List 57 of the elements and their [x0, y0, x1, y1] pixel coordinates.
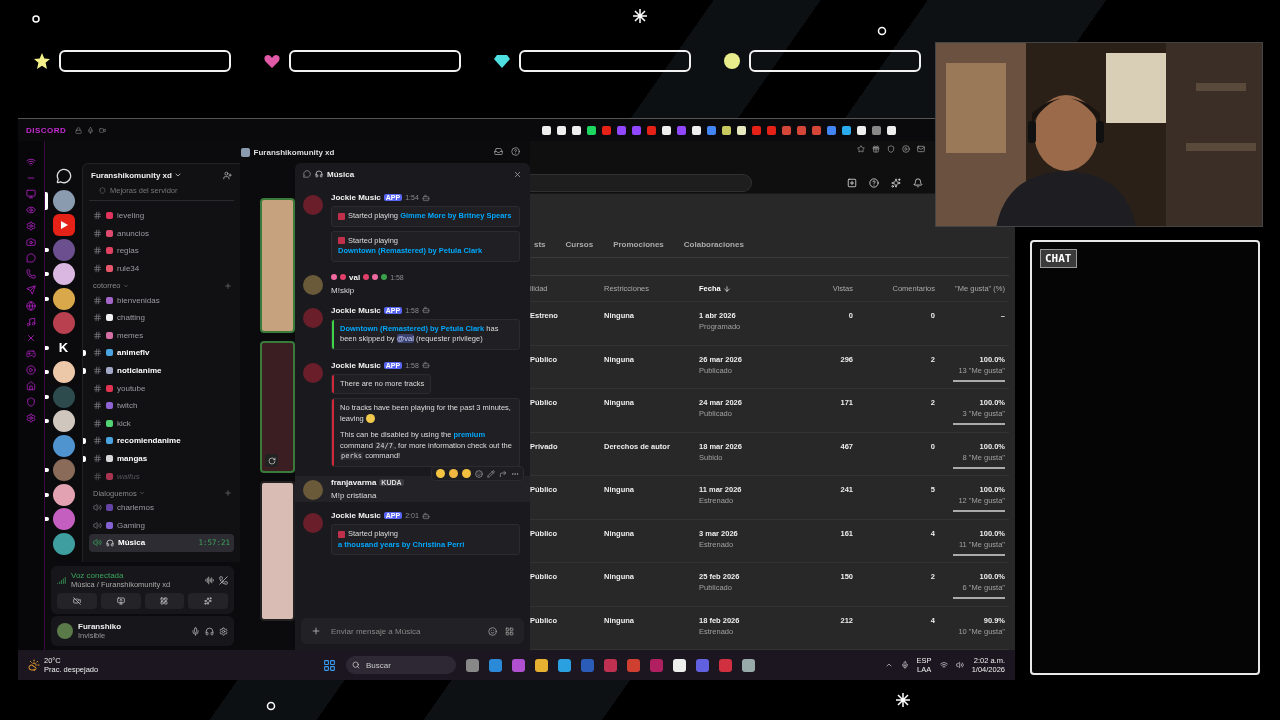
channel-item[interactable]: recomiendanime: [89, 432, 234, 450]
channel-name: twitch: [117, 401, 139, 411]
channel-item[interactable]: bienvenidas: [89, 291, 234, 309]
chat-title: CHAT: [1040, 249, 1077, 268]
channel-item[interactable]: anuncios: [89, 224, 234, 243]
channel-item[interactable]: animeflv: [89, 344, 234, 362]
user-name: Furanshiko: [78, 622, 123, 631]
channel-name: reglas: [117, 246, 140, 256]
channel-name: Música: [118, 538, 147, 548]
channel-name: youtube: [117, 383, 147, 393]
message-author[interactable]: Jockie Music: [331, 511, 381, 521]
channel-name: noticianime: [117, 366, 163, 376]
channel-name: memes: [117, 330, 145, 340]
channel-name: Gaming: [117, 520, 146, 530]
channel-name: animeflv: [117, 348, 151, 358]
channel-item[interactable]: charlemos: [89, 498, 234, 517]
channel-name: mangas: [117, 454, 149, 463]
channel-name: charlemos: [117, 503, 155, 513]
message-text: M!skip: [331, 285, 356, 295]
channel-name: kick: [117, 418, 132, 428]
message-field[interactable]: Enviar mensaje a Música: [301, 618, 524, 644]
channel-item[interactable]: youtube: [89, 379, 234, 397]
channel-item[interactable]: memes: [89, 326, 234, 345]
channel-name: bienvenidas: [117, 295, 161, 305]
channel-item[interactable]: twitch: [89, 396, 234, 415]
channel-name: leveling: [117, 211, 146, 221]
channel-item[interactable]: leveling: [89, 207, 234, 225]
popup-title: Música: [327, 169, 356, 179]
message-author[interactable]: Jockie Music: [331, 193, 381, 202]
message-input[interactable]: Enviar mensaje a Música: [329, 625, 480, 637]
tab[interactable]: Promociones: [613, 239, 664, 257]
channel-item[interactable]: Gaming: [89, 516, 234, 535]
search-input[interactable]: Buscar: [364, 659, 444, 671]
window-title: Furanshikomunity xd: [253, 147, 335, 157]
channel-item[interactable]: noticianime: [89, 361, 234, 380]
search-field[interactable]: Buscar: [346, 656, 456, 674]
channel-item[interactable]: chatting: [89, 308, 234, 327]
channel-name: waifus: [117, 471, 141, 481]
message-author[interactable]: Jockie Music: [331, 360, 381, 370]
tab[interactable]: Colaboraciones: [683, 239, 744, 257]
channel-name: recomiendanime: [117, 436, 182, 446]
voice-status: Voz conectada: [71, 571, 125, 580]
message-author[interactable]: franjavarma: [331, 478, 377, 488]
message-text: M!p cristiana: [331, 491, 378, 501]
app-title: DISCORD: [26, 125, 67, 135]
tab[interactable]: sts: [534, 239, 546, 257]
message-author[interactable]: val: [349, 272, 361, 282]
channel-name: anuncios: [117, 228, 151, 238]
channel-item[interactable]: kick: [89, 414, 234, 433]
channel-item[interactable]: reglas: [89, 242, 234, 260]
message-author[interactable]: Jockie Music: [331, 305, 381, 315]
channel-item[interactable]: mangas: [89, 449, 234, 468]
channel-name: chatting: [117, 313, 147, 323]
tab[interactable]: Cursos: [565, 239, 594, 257]
channel-item[interactable]: rule34: [89, 259, 234, 278]
channel-name: rule34: [117, 264, 141, 274]
server-name[interactable]: Furanshikomunity xd: [91, 170, 172, 180]
